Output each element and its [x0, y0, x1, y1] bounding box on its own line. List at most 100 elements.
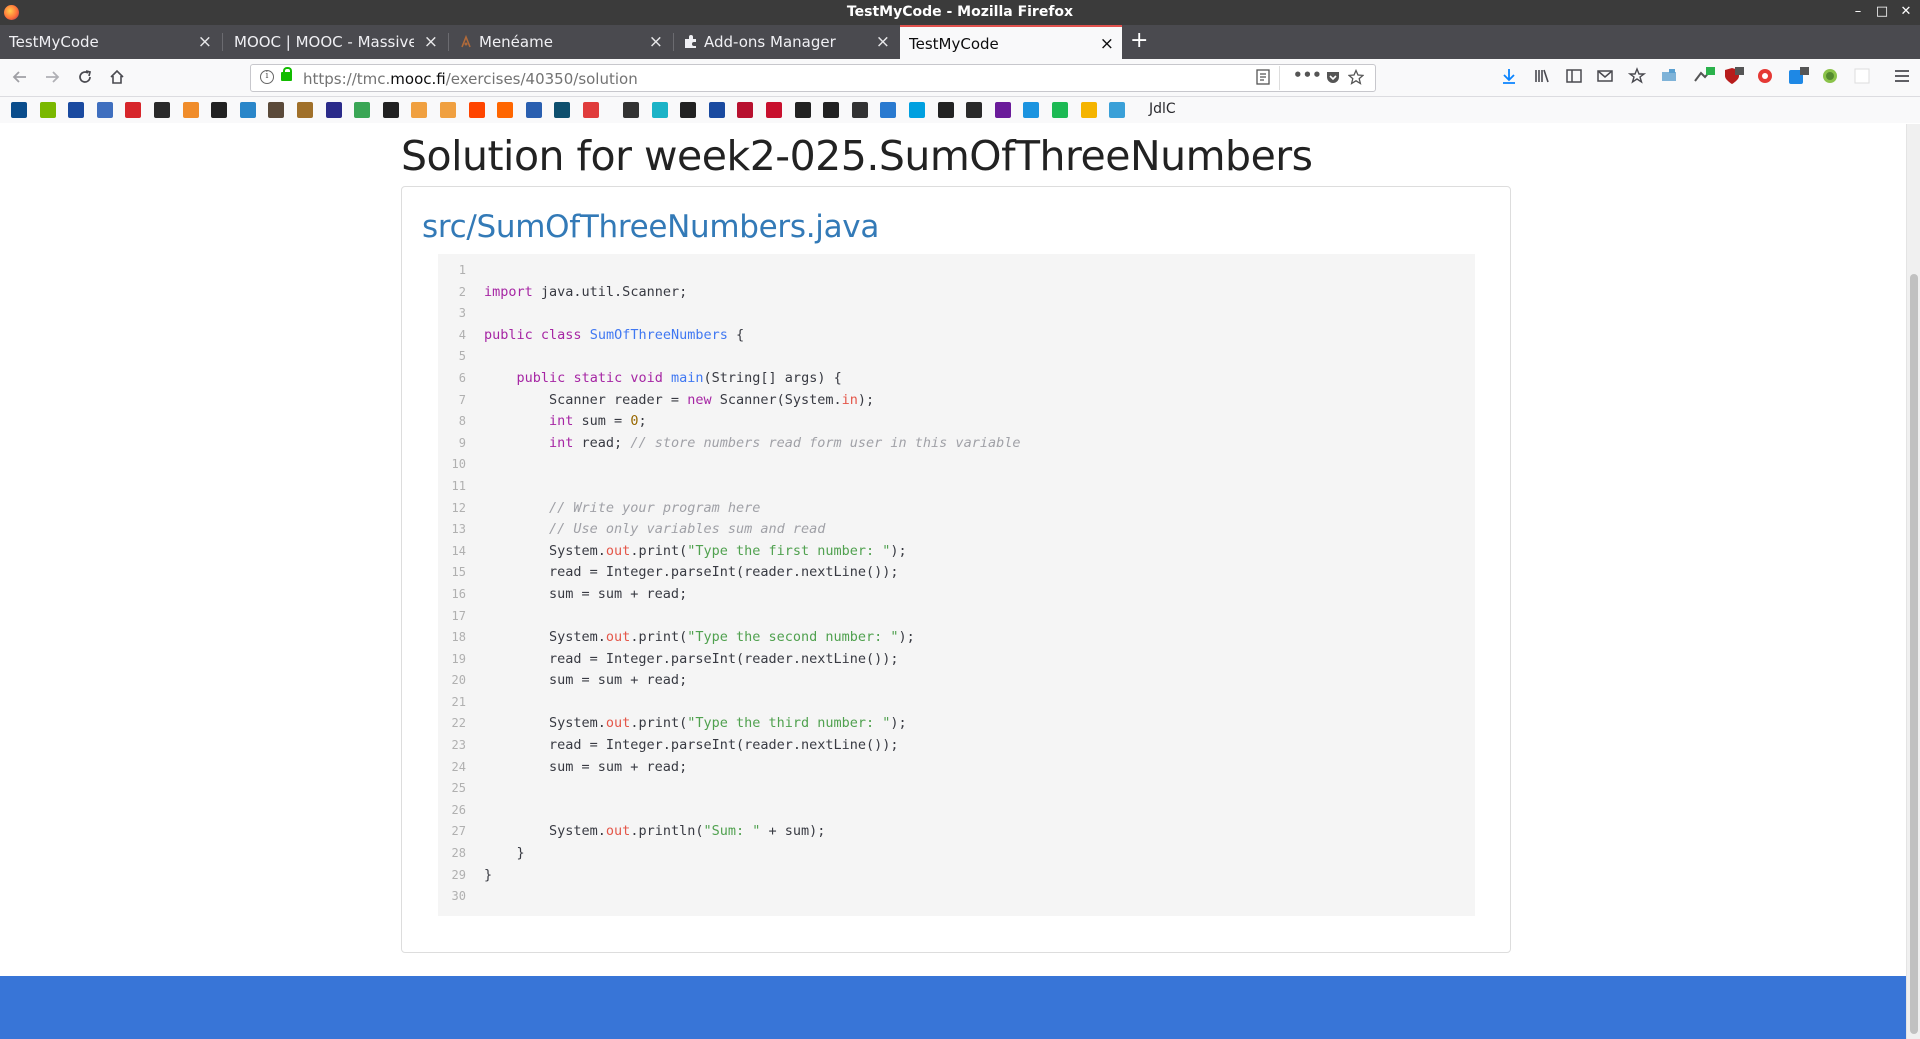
- bookmark-favicon-icon[interactable]: [411, 102, 428, 118]
- bookmark-favicon-icon[interactable]: [68, 102, 85, 118]
- bookmark-favicon-icon[interactable]: [11, 102, 27, 118]
- bookmark-favicon-icon[interactable]: [623, 102, 639, 118]
- url-text[interactable]: https://tmc.mooc.fi/exercises/40350/solu…: [303, 70, 638, 88]
- new-tab-button[interactable]: +: [1130, 28, 1148, 53]
- forward-button[interactable]: [42, 68, 62, 88]
- tab-testmycode-active[interactable]: TestMyCode ×: [900, 25, 1122, 59]
- bookmark-favicon-icon[interactable]: [239, 102, 256, 118]
- site-info-icon[interactable]: i: [260, 70, 274, 84]
- tab-addons-manager[interactable]: Add-ons Manager ×: [674, 25, 898, 59]
- code-line: 27 System.out.println("Sum: " + sum);: [438, 821, 1475, 843]
- code-line: 23 read = Integer.parseInt(reader.nextLi…: [438, 735, 1475, 757]
- home-button[interactable]: [107, 68, 127, 88]
- forward-arrow-icon: [46, 71, 60, 83]
- bookmark-jdlc-label[interactable]: JdlC: [1149, 101, 1176, 117]
- extension-blank-icon[interactable]: [1853, 67, 1871, 89]
- downloads-icon[interactable]: [1500, 67, 1518, 89]
- tab-label: TestMyCode: [9, 33, 99, 51]
- bookmark-favicon-icon[interactable]: [354, 102, 371, 118]
- bookmark-favicon-icon[interactable]: [794, 102, 811, 118]
- window-title: TestMyCode - Mozilla Firefox: [846, 4, 1074, 20]
- tab-close-icon[interactable]: ×: [876, 32, 890, 52]
- bookmark-favicon-icon[interactable]: [766, 102, 782, 118]
- tab-label: MOOC | MOOC - Massive: [234, 33, 414, 51]
- extension-star-icon[interactable]: [1627, 67, 1647, 89]
- bookmark-favicon-icon[interactable]: [680, 102, 697, 118]
- line-number: 5: [458, 349, 466, 364]
- bookmark-favicon-icon[interactable]: [909, 102, 925, 118]
- file-link[interactable]: src/SumOfThreeNumbers.java: [422, 209, 879, 245]
- bookmark-favicon-icon[interactable]: [440, 102, 456, 118]
- tab-testmycode-1[interactable]: TestMyCode ×: [0, 25, 220, 59]
- window-titlebar: TestMyCode - Mozilla Firefox – □ ✕: [0, 0, 1920, 25]
- secure-lock-icon[interactable]: [281, 67, 292, 81]
- code-line: 16 sum = sum + read;: [438, 584, 1475, 606]
- bookmark-favicon-icon[interactable]: [125, 102, 142, 118]
- bookmark-favicon-icon[interactable]: [182, 102, 199, 118]
- code-text: System.out.println("Sum: " + sum);: [484, 823, 826, 840]
- bookmark-favicon-icon[interactable]: [468, 102, 485, 118]
- extension-skype-icon[interactable]: [1788, 67, 1810, 89]
- bookmark-favicon-icon[interactable]: [497, 102, 514, 118]
- bookmark-favicon-icon[interactable]: [708, 102, 725, 118]
- tab-meneame[interactable]: Menéame ×: [449, 25, 671, 59]
- bookmark-favicon-icon[interactable]: [937, 102, 954, 118]
- bookmark-favicon-icon[interactable]: [525, 102, 542, 118]
- code-line: 19 read = Integer.parseInt(reader.nextLi…: [438, 649, 1475, 671]
- extension-screenshot-icon[interactable]: [1660, 67, 1678, 89]
- bookmark-favicon-icon[interactable]: [1080, 102, 1097, 118]
- bookmark-favicon-icon[interactable]: [823, 102, 840, 118]
- bookmark-favicon-icon[interactable]: [1109, 102, 1126, 118]
- mail-icon[interactable]: [1596, 67, 1614, 89]
- reader-view-icon[interactable]: [1256, 69, 1270, 89]
- bookmark-favicon-icon[interactable]: [39, 102, 56, 118]
- code-line: 29}: [438, 865, 1475, 887]
- page-actions-icon[interactable]: •••: [1293, 66, 1322, 84]
- maximize-button[interactable]: □: [1872, 3, 1892, 21]
- tab-close-icon[interactable]: ×: [1100, 34, 1114, 54]
- bookmark-favicon-icon[interactable]: [96, 102, 113, 118]
- hamburger-menu-icon[interactable]: [1893, 67, 1911, 89]
- tab-mooc[interactable]: MOOC | MOOC - Massive ×: [224, 25, 446, 59]
- line-number: 13: [451, 522, 466, 537]
- back-button[interactable]: [10, 68, 30, 88]
- ublock-icon[interactable]: [1723, 67, 1745, 89]
- bookmark-favicon-icon[interactable]: [994, 102, 1011, 118]
- bookmark-star-icon[interactable]: [1347, 68, 1365, 89]
- scrollbar-thumb[interactable]: [1910, 274, 1918, 1034]
- address-bar[interactable]: i https://tmc.mooc.fi/exercises/40350/so…: [250, 64, 1376, 92]
- page-scrollbar[interactable]: [1906, 124, 1920, 1039]
- bookmark-favicon-icon[interactable]: [268, 102, 285, 118]
- extension-badge-icon[interactable]: [1693, 67, 1715, 89]
- bookmark-favicon-icon[interactable]: [325, 102, 342, 118]
- bookmark-favicon-icon[interactable]: [851, 102, 868, 118]
- solution-panel: src/SumOfThreeNumbers.java 1 2 import java…: [401, 186, 1511, 953]
- line-number: 20: [451, 673, 466, 688]
- close-window-button[interactable]: ✕: [1896, 3, 1916, 21]
- bookmark-favicon-icon[interactable]: [880, 102, 897, 118]
- library-icon[interactable]: [1533, 67, 1551, 89]
- reload-button[interactable]: [75, 68, 95, 88]
- minimize-button[interactable]: –: [1848, 3, 1868, 21]
- bookmark-favicon-icon[interactable]: [1052, 102, 1068, 118]
- bookmark-favicon-icon[interactable]: [583, 102, 599, 118]
- bookmark-favicon-icon[interactable]: [297, 102, 313, 118]
- bookmark-favicon-icon[interactable]: [966, 102, 983, 118]
- tab-close-icon[interactable]: ×: [198, 32, 212, 52]
- bookmark-favicon-icon[interactable]: [382, 102, 399, 118]
- line-number: 25: [451, 781, 466, 796]
- bookmark-favicon-icon[interactable]: [554, 102, 571, 118]
- pocket-icon[interactable]: [1325, 69, 1341, 89]
- tab-close-icon[interactable]: ×: [649, 32, 663, 52]
- bookmark-favicon-icon[interactable]: [737, 102, 754, 118]
- line-number: 2: [458, 284, 466, 299]
- tab-close-icon[interactable]: ×: [424, 32, 438, 52]
- sidebar-icon[interactable]: [1565, 67, 1583, 89]
- line-number: 24: [451, 759, 466, 774]
- extension-red-icon[interactable]: [1756, 67, 1774, 89]
- bookmark-favicon-icon[interactable]: [154, 102, 170, 118]
- bookmark-favicon-icon[interactable]: [211, 102, 228, 118]
- bookmark-favicon-icon[interactable]: [1023, 102, 1040, 118]
- bookmark-favicon-icon[interactable]: [651, 102, 668, 118]
- extension-green-icon[interactable]: [1821, 67, 1839, 89]
